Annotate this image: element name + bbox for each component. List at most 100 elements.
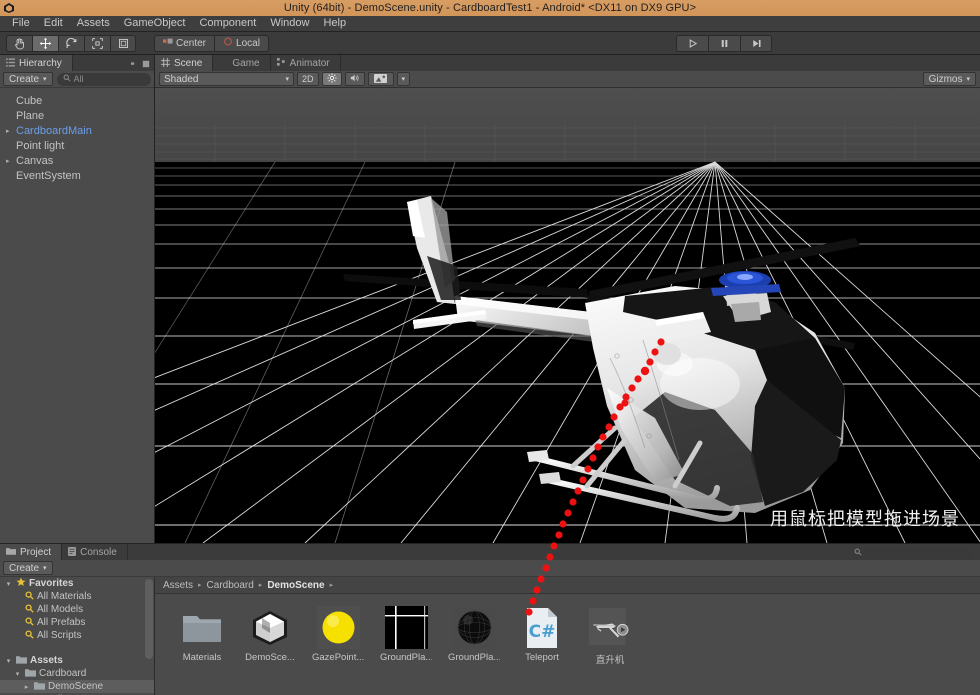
tree-item-all-materials[interactable]: All Materials bbox=[0, 590, 154, 603]
scene-viewport[interactable]: 用鼠标把模型拖进场景 bbox=[155, 88, 980, 543]
scale-tool-button[interactable] bbox=[84, 34, 110, 52]
toggle-lighting-button[interactable] bbox=[321, 72, 342, 86]
tree-item-favorites[interactable]: ▾ Favorites bbox=[0, 577, 154, 590]
tab-project[interactable]: Project bbox=[0, 544, 63, 560]
hierarchy-create-label: Create bbox=[9, 73, 40, 85]
pause-button[interactable] bbox=[708, 34, 740, 52]
toggle-audio-button[interactable] bbox=[344, 72, 365, 86]
twisty-icon[interactable]: ▾ bbox=[4, 657, 13, 665]
asset-item-materials[interactable]: Materials bbox=[177, 606, 227, 666]
toggle-2d-label: 2D bbox=[302, 74, 314, 84]
search-icon bbox=[25, 603, 34, 616]
search-icon bbox=[25, 590, 34, 603]
project-create-button[interactable]: Create ▾ bbox=[3, 561, 53, 575]
tree-item-all-prefabs[interactable]: All Prefabs bbox=[0, 616, 154, 629]
play-button[interactable] bbox=[676, 34, 708, 52]
tree-item-label: All Prefabs bbox=[37, 617, 86, 628]
tab-console[interactable]: Console bbox=[62, 544, 128, 560]
transform-tools-group bbox=[6, 34, 136, 52]
scene-view-toolbar: Shaded ▾ 2D ▾ Gizmos ▾ bbox=[155, 71, 980, 88]
tab-game-label: Game bbox=[232, 57, 260, 69]
asset-grid: Materials DemoSce... GazePoint... Ground… bbox=[155, 594, 980, 666]
hierarchy-search-placeholder: All bbox=[73, 74, 84, 84]
hierarchy-item-eventsystem[interactable]: EventSystem bbox=[0, 168, 154, 183]
tree-item-all-models[interactable]: All Models bbox=[0, 603, 154, 616]
menu-help[interactable]: Help bbox=[316, 16, 353, 31]
asset-item-groundplane-material[interactable]: GroundPla... bbox=[448, 606, 500, 666]
expand-arrow-icon[interactable]: ▸ bbox=[6, 157, 16, 165]
gizmos-dropdown-button[interactable]: Gizmos ▾ bbox=[922, 72, 976, 86]
toggle-effects-button[interactable] bbox=[367, 72, 394, 86]
twisty-icon[interactable]: ▾ bbox=[4, 580, 13, 588]
twisty-icon[interactable]: ▸ bbox=[22, 683, 31, 691]
main-toolbar: Center Local bbox=[0, 32, 980, 55]
tab-hierarchy[interactable]: Hierarchy bbox=[0, 55, 73, 71]
hierarchy-panel-menu[interactable] bbox=[131, 60, 150, 68]
tree-item-cardboard[interactable]: ▾ Cardboard bbox=[0, 667, 154, 680]
pivot-mode-button[interactable]: Center bbox=[154, 34, 215, 52]
hierarchy-item-plane[interactable]: Plane bbox=[0, 108, 154, 123]
chevron-down-icon: ▾ bbox=[401, 76, 406, 83]
search-icon bbox=[25, 629, 34, 642]
breadcrumb-assets[interactable]: Assets bbox=[163, 580, 193, 591]
project-panel: Project Console Create ▾ ▾ Favorites All… bbox=[0, 543, 980, 695]
shading-mode-dropdown[interactable]: Shaded ▾ bbox=[159, 72, 294, 86]
asset-item-demoscene[interactable]: DemoSce... bbox=[245, 606, 295, 666]
tree-item-label: All Scripts bbox=[37, 630, 82, 641]
tree-item-all-scripts[interactable]: All Scripts bbox=[0, 629, 154, 642]
menu-assets[interactable]: Assets bbox=[70, 16, 117, 31]
move-tool-button[interactable] bbox=[32, 34, 58, 52]
hierarchy-panel: Hierarchy Create ▾ All Cube Plane ▸ Card… bbox=[0, 55, 155, 543]
rotate-tool-button[interactable] bbox=[58, 34, 84, 52]
breadcrumb-demoscene[interactable]: DemoScene bbox=[267, 580, 324, 591]
twisty-icon[interactable]: ▾ bbox=[13, 670, 22, 678]
asset-item-groundplane-texture[interactable]: GroundPla... bbox=[380, 606, 432, 666]
hierarchy-create-button[interactable]: Create ▾ bbox=[3, 72, 53, 86]
breadcrumb-cardboard[interactable]: Cardboard bbox=[207, 580, 254, 591]
menu-gameobject[interactable]: GameObject bbox=[117, 16, 193, 31]
chevron-down-icon: ▾ bbox=[43, 565, 47, 572]
tree-item-label: All Materials bbox=[37, 591, 92, 602]
hierarchy-item-label: Plane bbox=[16, 109, 45, 122]
hierarchy-search-input[interactable]: All bbox=[56, 72, 151, 86]
expand-arrow-icon[interactable]: ▸ bbox=[6, 127, 16, 135]
rect-transform-tool-button[interactable] bbox=[110, 34, 136, 52]
tab-animator[interactable]: Animator bbox=[270, 55, 341, 71]
svg-text:C#: C# bbox=[529, 622, 556, 642]
hierarchy-item-point-light[interactable]: Point light bbox=[0, 138, 154, 153]
asset-item-gazepoint[interactable]: GazePoint... bbox=[312, 606, 364, 666]
star-icon bbox=[16, 577, 26, 590]
tab-game[interactable]: Game bbox=[213, 55, 271, 71]
space-mode-button[interactable]: Local bbox=[214, 34, 269, 52]
asset-item-helicopter[interactable]: 直升机 bbox=[585, 606, 635, 666]
hierarchy-toolbar: Create ▾ All bbox=[0, 71, 154, 88]
hierarchy-item-cube[interactable]: Cube bbox=[0, 93, 154, 108]
audio-speaker-icon bbox=[350, 73, 360, 85]
menu-window[interactable]: Window bbox=[263, 16, 316, 31]
hierarchy-item-cardboardmain[interactable]: ▸ CardboardMain bbox=[0, 123, 154, 138]
hierarchy-item-canvas[interactable]: ▸ Canvas bbox=[0, 153, 154, 168]
effects-dropdown-button[interactable]: ▾ bbox=[396, 72, 411, 86]
hand-tool-button[interactable] bbox=[6, 34, 32, 52]
pivot-center-icon bbox=[163, 37, 173, 49]
menu-component[interactable]: Component bbox=[192, 16, 263, 31]
project-tree-scrollbar[interactable] bbox=[145, 579, 153, 659]
asset-label: 直升机 bbox=[595, 655, 625, 666]
tab-scene[interactable]: Scene bbox=[155, 55, 214, 71]
tree-item-demoscene[interactable]: ▸ DemoScene bbox=[0, 680, 154, 693]
asset-label: Materials bbox=[182, 652, 222, 663]
unity-editor-window: Unity (64bit) - DemoScene.unity - Cardbo… bbox=[0, 0, 980, 695]
project-create-label: Create bbox=[9, 562, 40, 574]
toggle-2d-button[interactable]: 2D bbox=[297, 72, 319, 86]
project-search-input[interactable] bbox=[849, 546, 974, 559]
step-button[interactable] bbox=[740, 34, 772, 52]
breadcrumb: Assets ▸ Cardboard ▸ DemoScene ▸ bbox=[155, 577, 980, 594]
menu-file[interactable]: File bbox=[5, 16, 37, 31]
menu-bar: File Edit Assets GameObject Component Wi… bbox=[0, 16, 980, 32]
window-title: Unity (64bit) - DemoScene.unity - Cardbo… bbox=[283, 2, 697, 14]
unity-scene-icon bbox=[249, 606, 292, 649]
tree-item-assets[interactable]: ▾ Assets bbox=[0, 654, 154, 667]
menu-edit[interactable]: Edit bbox=[37, 16, 70, 31]
asset-item-teleport[interactable]: C# Teleport bbox=[517, 606, 567, 666]
